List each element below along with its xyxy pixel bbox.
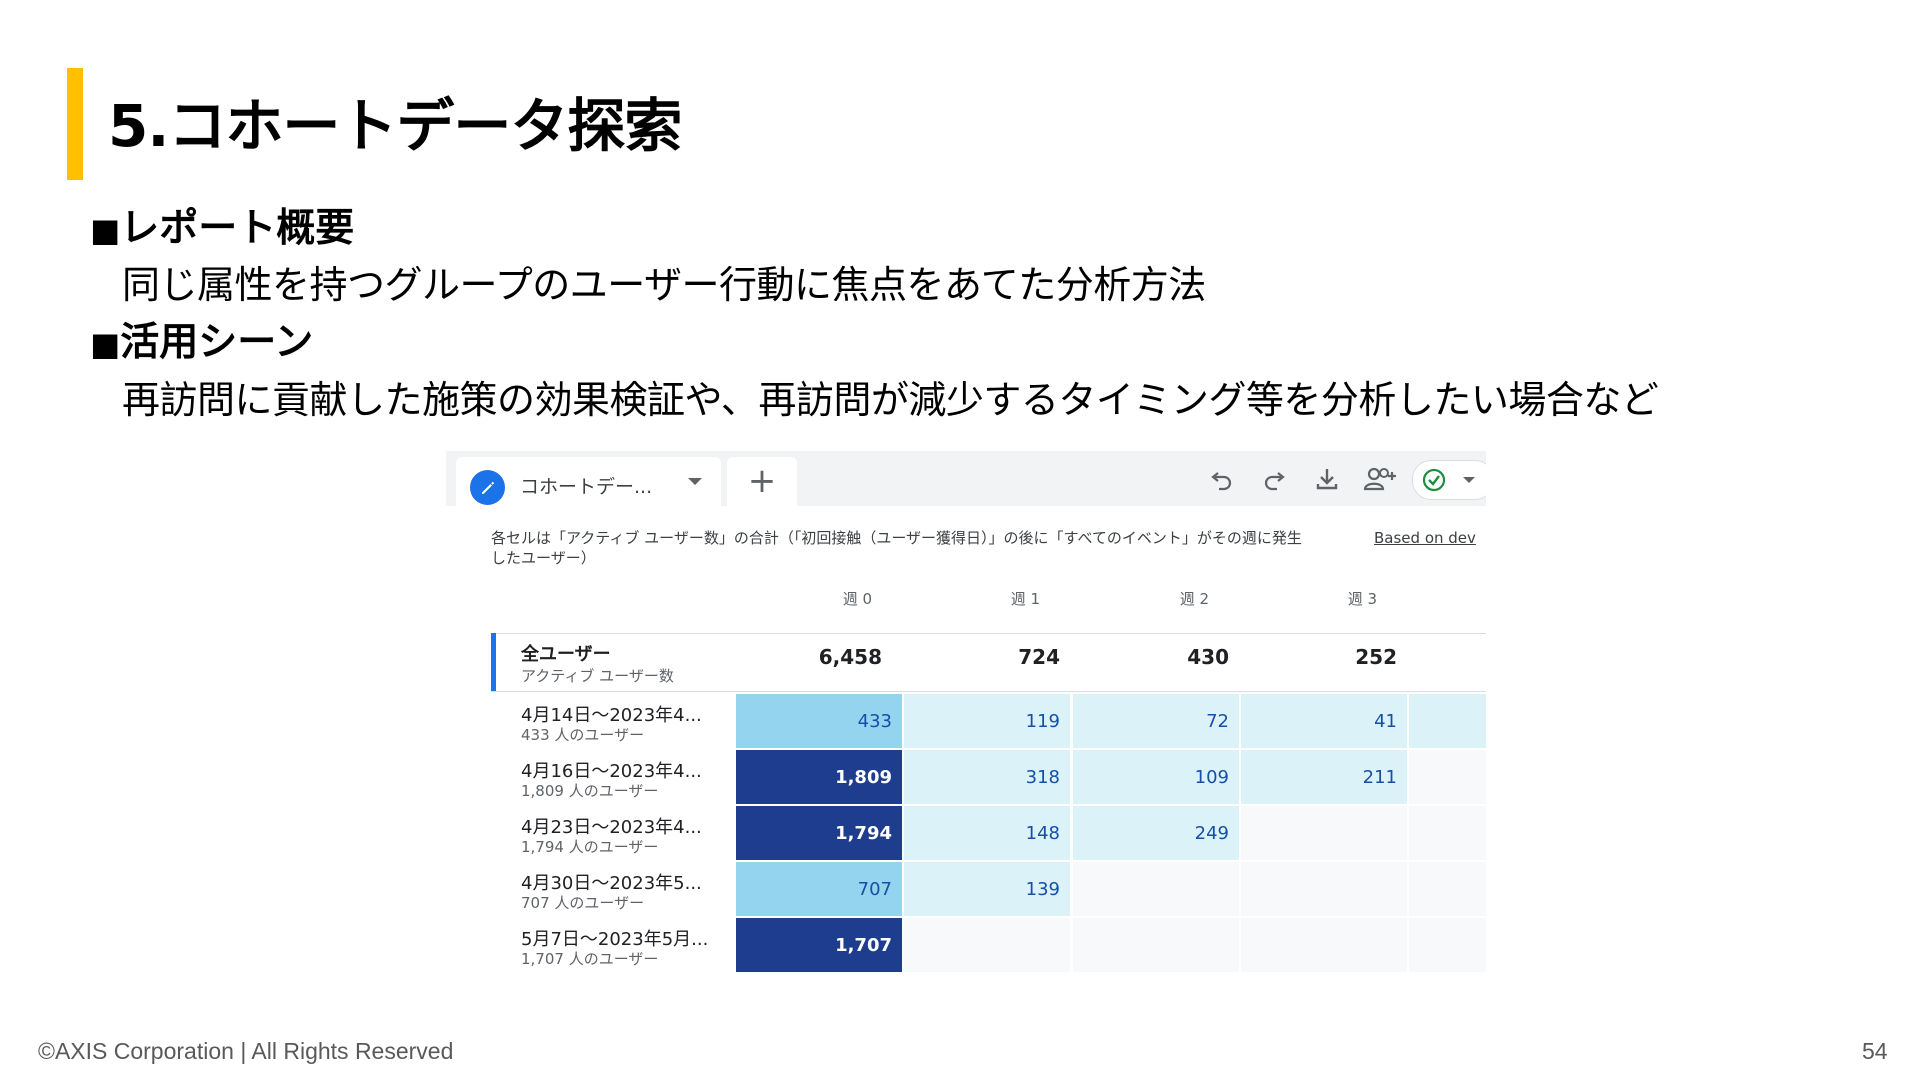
cohort-caption: 各セルは「アクティブ ユーザー数」の合計（「初回接触（ユーザー獲得日）」の後に「… [491,529,1302,567]
cohort-cell[interactable] [1241,918,1407,972]
tab-cohort-exploration[interactable]: コホートデー... [456,457,721,506]
cohort-cell-overflow [1409,806,1486,860]
cohort-cell[interactable]: 41 [1241,694,1407,748]
cohort-cell[interactable]: 707 [736,862,902,916]
divider [491,633,1486,634]
add-tab-button[interactable]: + [727,457,797,506]
report-toolbar: コホートデー... + [446,451,1486,506]
title-accent-bar [67,68,83,180]
cohort-cell[interactable]: 433 [736,694,902,748]
based-on-link[interactable]: Based on dev [1374,528,1486,548]
week-header[interactable]: 週 1 [904,588,1040,609]
cohort-user-count: 707 人のユーザー [521,894,645,912]
cohort-cell[interactable]: 211 [1241,750,1407,804]
chevron-down-icon[interactable] [688,478,702,485]
cohort-cell-overflow [1409,750,1486,804]
copyright-footer: ©AXIS Corporation | All Rights Reserved [38,1038,454,1064]
cohort-user-count: 1,809 人のユーザー [521,782,659,800]
status-menu[interactable] [1412,460,1486,500]
cohort-cell[interactable] [1241,862,1407,916]
cohort-cell[interactable] [1073,862,1239,916]
cohort-cell[interactable]: 318 [904,750,1070,804]
cohort-report-screenshot: コホートデー... + 各セルは「アクティブ ユーザー数」の合計（「初回接触（ユ… [446,451,1486,983]
cohort-user-count: 1,707 人のユーザー [521,950,659,968]
section-body-usecase: 再訪問に貢献した施策の効果検証や、再訪問が減少するタイミング等を分析したい場合な… [122,378,1659,422]
cohort-cell[interactable]: 1,794 [736,806,902,860]
week-header[interactable]: 週 0 [736,588,872,609]
cohort-cell-overflow [1409,918,1486,972]
cohort-cell[interactable]: 109 [1073,750,1239,804]
total-row-label: 全ユーザー [521,644,611,665]
chevron-down-icon [1463,477,1475,483]
total-value: 252 [1355,645,1397,669]
pencil-icon[interactable] [470,470,505,505]
cohort-cell[interactable]: 148 [904,806,1070,860]
cohort-cell[interactable]: 139 [904,862,1070,916]
total-value: 6,458 [818,645,882,669]
undo-icon[interactable] [1206,463,1238,495]
divider [491,691,1486,692]
cohort-user-count: 433 人のユーザー [521,726,645,744]
cohort-cell[interactable] [1073,918,1239,972]
section-heading-usecase: ■活用シーン [90,317,313,369]
tab-name: コホートデー... [520,476,653,498]
redo-icon[interactable] [1258,463,1290,495]
section-heading-text: レポート概要 [120,206,355,251]
cohort-cell[interactable]: 1,809 [736,750,902,804]
cohort-user-count: 1,794 人のユーザー [521,838,659,856]
cohort-cell[interactable]: 119 [904,694,1070,748]
total-row-accent [491,633,496,691]
total-row-metric: アクティブ ユーザー数 [521,667,674,685]
week-header[interactable]: 週 2 [1073,588,1209,609]
share-user-icon[interactable] [1361,463,1401,495]
week-header[interactable]: 週 3 [1241,588,1377,609]
cohort-cell[interactable] [1241,806,1407,860]
total-value: 724 [1018,645,1060,669]
cohort-cell[interactable]: 249 [1073,806,1239,860]
cohort-cell[interactable]: 72 [1073,694,1239,748]
cohort-cell[interactable]: 1,707 [736,918,902,972]
section-heading-overview: ■レポート概要 [90,203,354,255]
download-icon[interactable] [1311,463,1343,495]
cohort-cell-overflow [1409,862,1486,916]
bullet-square: ■ [90,211,121,249]
section-body-overview: 同じ属性を持つグループのユーザー行動に焦点をあてた分析方法 [122,263,1206,307]
bullet-square: ■ [90,325,121,363]
page-number: 54 [1862,1038,1888,1064]
section-heading-text: 活用シーン [120,320,314,365]
cohort-cell[interactable] [904,918,1070,972]
cohort-cell-overflow [1409,694,1486,748]
total-value: 430 [1187,645,1229,669]
page-title: 5.コホートデータ探索 [108,92,682,160]
check-circle-icon [1422,468,1446,492]
